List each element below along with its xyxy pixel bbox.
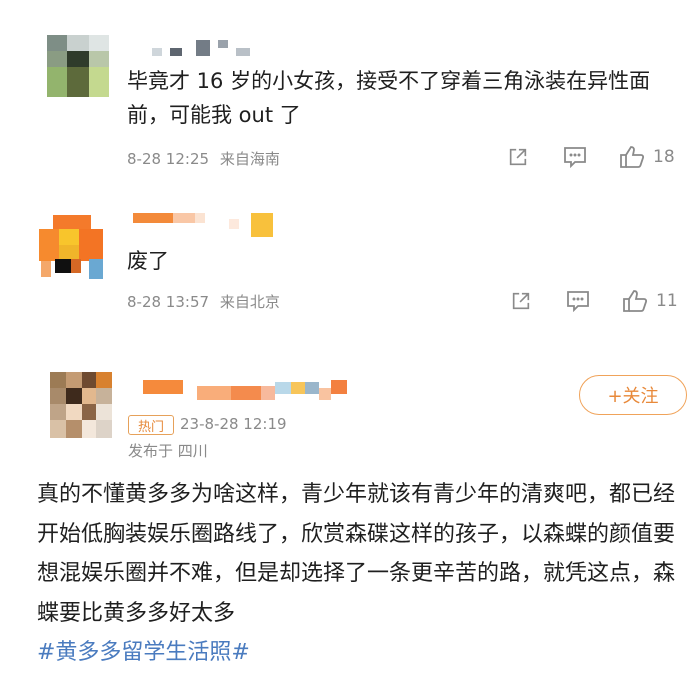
comment-icon	[564, 147, 586, 168]
share-button[interactable]	[510, 290, 532, 312]
thumbs-up-icon	[620, 146, 645, 168]
comment-time: 8-28 12:25	[127, 150, 210, 168]
username-blurred[interactable]	[133, 213, 273, 237]
post-body-text: 真的不懂黄多多为啥这样，青少年就该有青少年的清爽吧，都已经开始低胸装娱乐圈路线了…	[37, 482, 676, 626]
share-icon	[509, 148, 527, 166]
share-icon	[512, 292, 530, 310]
reply-button[interactable]	[566, 290, 590, 312]
like-button[interactable]: 18	[619, 145, 675, 169]
avatar[interactable]	[50, 372, 112, 438]
like-count: 18	[653, 147, 675, 167]
post-body: 真的不懂黄多多为啥这样，青少年就该有青少年的清爽吧，都已经开始低胸装娱乐圈路线了…	[37, 475, 677, 673]
reply-button[interactable]	[563, 146, 587, 168]
username-blurred[interactable]	[143, 380, 353, 408]
like-button[interactable]: 11	[622, 289, 678, 313]
comment-text: 毕竟才 16 岁的小女孩，接受不了穿着三角泳装在异性面前，可能我 out 了	[127, 69, 651, 127]
hashtag-link[interactable]: #黄多多留学生活照#	[37, 640, 250, 665]
follow-button[interactable]: +关注	[579, 375, 687, 415]
thumbs-up-icon	[623, 290, 648, 312]
post-time: 23-8-28 12:19	[180, 415, 287, 433]
comment-actions: 11	[510, 289, 678, 313]
comment-location: 来自海南	[219, 150, 280, 168]
hot-badge: 热门	[128, 415, 174, 435]
comment-meta: 8-28 12:25 来自海南	[127, 148, 280, 169]
comment-icon	[567, 291, 589, 312]
share-button[interactable]	[507, 146, 529, 168]
avatar[interactable]	[47, 35, 109, 97]
avatar[interactable]	[37, 215, 107, 279]
post-location: 发布于 四川	[128, 442, 208, 460]
comment-actions: 18	[507, 145, 675, 169]
comment-time: 8-28 13:57	[127, 293, 210, 311]
like-count: 11	[656, 291, 678, 311]
comment-meta: 8-28 13:57 来自北京	[127, 291, 280, 312]
comment-text: 废了	[127, 249, 169, 273]
username-blurred[interactable]	[152, 40, 272, 56]
comment-location: 来自北京	[219, 293, 280, 311]
